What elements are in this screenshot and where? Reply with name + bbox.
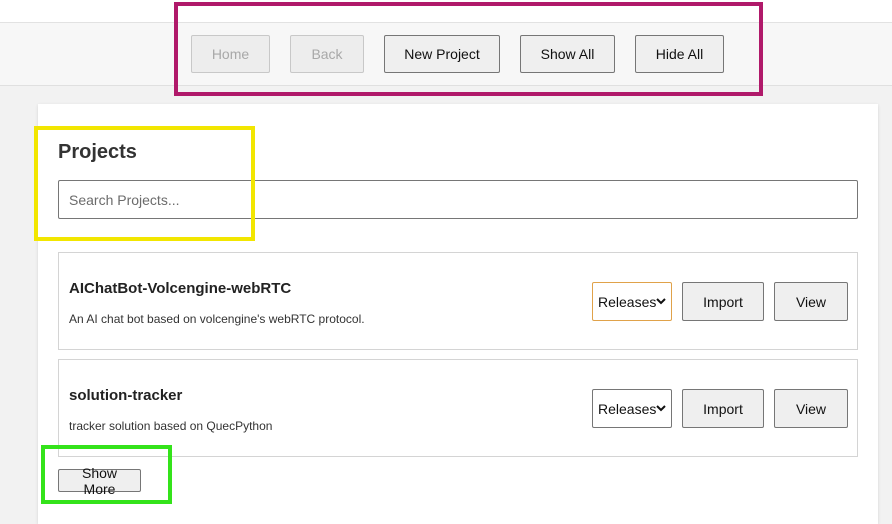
new-project-button[interactable]: New Project: [384, 35, 500, 73]
project-card: AIChatBot-Volcengine-webRTC An AI chat b…: [58, 252, 858, 350]
home-button[interactable]: Home: [191, 35, 270, 73]
project-name: AIChatBot-Volcengine-webRTC: [69, 280, 292, 297]
import-button[interactable]: Import: [682, 389, 764, 428]
back-button[interactable]: Back: [290, 35, 364, 73]
show-more-button[interactable]: Show More: [58, 465, 141, 497]
view-button[interactable]: View: [774, 389, 848, 428]
select-value: Releases: [598, 400, 657, 417]
select-value: Releases: [598, 293, 657, 310]
page-title: Projects: [58, 141, 137, 163]
project-description: An AI chat bot based on volcengine's web…: [69, 312, 365, 326]
import-button[interactable]: Import: [682, 282, 764, 321]
view-button[interactable]: View: [774, 282, 848, 321]
top-strip: [0, 0, 892, 23]
releases-select[interactable]: Releases: [592, 389, 672, 428]
chevron-down-icon: [656, 298, 666, 305]
project-name: solution-tracker: [69, 387, 183, 404]
releases-select[interactable]: Releases: [592, 282, 672, 321]
project-card: solution-tracker tracker solution based …: [58, 359, 858, 457]
show-all-button[interactable]: Show All: [520, 35, 615, 73]
search-input[interactable]: [58, 180, 858, 219]
chevron-down-icon: [656, 405, 666, 412]
hide-all-button[interactable]: Hide All: [635, 35, 724, 73]
project-description: tracker solution based on QuecPython: [69, 419, 273, 433]
